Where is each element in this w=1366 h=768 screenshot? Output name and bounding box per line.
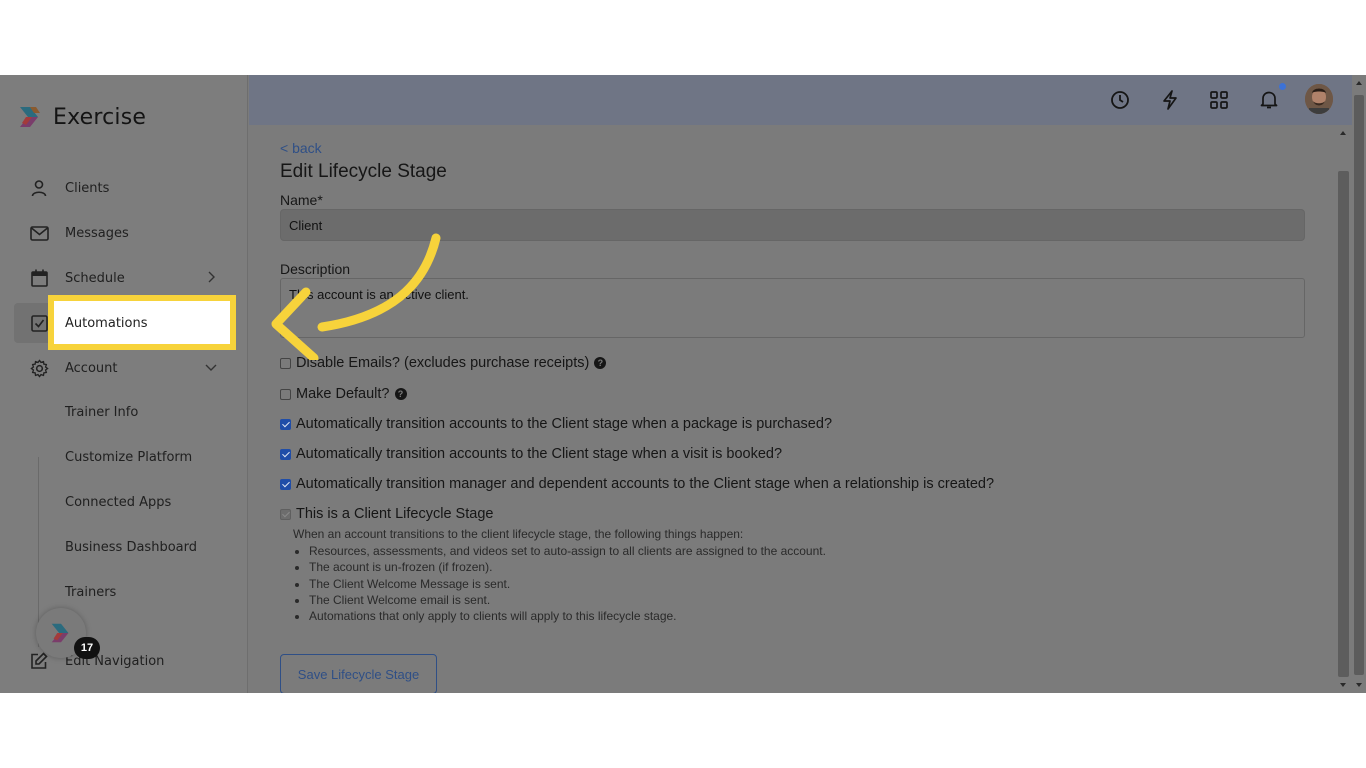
- top-bar: [249, 75, 1366, 125]
- logo-icon: [20, 107, 40, 127]
- apps-grid-icon[interactable]: [1207, 88, 1231, 112]
- sidebar-item-messages[interactable]: Messages: [14, 213, 234, 253]
- sidebar-item-account[interactable]: Account: [14, 348, 234, 388]
- annotation-arrow-icon: [271, 233, 441, 360]
- bell-icon[interactable]: [1257, 88, 1281, 112]
- sidebar-subitem-connected-apps[interactable]: Connected Apps: [65, 495, 171, 510]
- list-item: The Client Welcome email is sent.: [309, 592, 826, 608]
- sidebar-subitem-trainers[interactable]: Trainers: [65, 585, 116, 600]
- client-lifecycle-stage-label: This is a Client Lifecycle Stage: [296, 506, 494, 522]
- back-link[interactable]: < back: [280, 140, 322, 156]
- transition-on-package-label: Automatically transition accounts to the…: [296, 416, 833, 432]
- sidebar-item-label: Clients: [65, 180, 110, 196]
- chevron-right-icon: [208, 271, 215, 283]
- lightning-icon[interactable]: [1158, 88, 1182, 112]
- transition-on-relationship-option[interactable]: Automatically transition manager and dep…: [280, 476, 994, 492]
- sidebar-item-label: Messages: [65, 225, 129, 241]
- chevron-down-icon: [205, 364, 217, 371]
- page-title: Edit Lifecycle Stage: [280, 161, 447, 182]
- transition-on-visit-label: Automatically transition accounts to the…: [296, 446, 783, 462]
- transition-on-package-checkbox[interactable]: [280, 418, 291, 430]
- make-default-label: Make Default?: [296, 386, 390, 402]
- notification-dot: [1279, 83, 1286, 90]
- user-icon: [28, 177, 50, 199]
- list-item: Automations that only apply to clients w…: [309, 608, 826, 624]
- checkbox-icon: [28, 312, 50, 334]
- scroll-down-arrow[interactable]: [1340, 683, 1346, 687]
- make-default-option[interactable]: Make Default? ?: [280, 386, 407, 402]
- transition-on-package-option[interactable]: Automatically transition accounts to the…: [280, 416, 832, 432]
- content-scrollbar-thumb[interactable]: [1338, 171, 1349, 677]
- lifecycle-info-intro: When an account transitions to the clien…: [293, 527, 744, 541]
- launcher-logo-icon: [51, 623, 69, 643]
- calendar-icon: [28, 267, 50, 289]
- avatar[interactable]: [1305, 84, 1333, 114]
- sidebar-subitem-business-dashboard[interactable]: Business Dashboard: [65, 540, 197, 555]
- transition-on-visit-checkbox[interactable]: [280, 448, 291, 460]
- name-label: Name*: [280, 192, 323, 208]
- transition-on-relationship-label: Automatically transition manager and dep…: [296, 476, 995, 492]
- app-window: Exercise Clients Messages Schedule Accou…: [0, 75, 1366, 693]
- submenu-divider: [38, 457, 39, 647]
- page-scroll-down-arrow[interactable]: [1356, 683, 1362, 687]
- brand-logo[interactable]: Exercise: [16, 103, 146, 131]
- mail-icon: [28, 222, 50, 244]
- lifecycle-info-list: Resources, assessments, and videos set t…: [309, 543, 826, 624]
- page-scroll-up-arrow[interactable]: [1356, 81, 1362, 85]
- history-icon[interactable]: [1108, 88, 1132, 112]
- page-scrollbar-thumb[interactable]: [1354, 95, 1364, 675]
- sidebar-item-clients[interactable]: Clients: [14, 168, 234, 208]
- make-default-checkbox[interactable]: [280, 388, 291, 400]
- client-lifecycle-stage-checkbox: [280, 508, 291, 520]
- sidebar-item-label: Schedule: [65, 270, 125, 286]
- transition-on-visit-option[interactable]: Automatically transition accounts to the…: [280, 446, 782, 462]
- list-item: The Client Welcome Message is sent.: [309, 576, 826, 592]
- save-lifecycle-stage-button[interactable]: Save Lifecycle Stage: [280, 654, 437, 693]
- sidebar-item-schedule[interactable]: Schedule: [14, 258, 234, 298]
- scroll-up-arrow[interactable]: [1340, 131, 1346, 135]
- automations-label: Automations: [65, 316, 148, 331]
- question-circle-icon[interactable]: ?: [594, 357, 607, 369]
- sidebar: Exercise Clients Messages Schedule Accou…: [0, 75, 248, 693]
- sidebar-subitem-trainer-info[interactable]: Trainer Info: [65, 405, 138, 420]
- lifecycle-info: When an account transitions to the clien…: [293, 527, 826, 624]
- list-item: The acount is un-frozen (if frozen).: [309, 559, 826, 575]
- sidebar-subitem-customize-platform[interactable]: Customize Platform: [65, 450, 192, 465]
- main-content: < back Edit Lifecycle Stage Name* Descri…: [249, 125, 1336, 693]
- client-lifecycle-stage-option: This is a Client Lifecycle Stage: [280, 506, 493, 522]
- automations-highlight[interactable]: Automations: [48, 295, 236, 350]
- gear-icon: [28, 357, 50, 379]
- question-circle-icon[interactable]: ?: [394, 388, 407, 400]
- notification-count-badge: 17: [74, 637, 100, 659]
- brand-name: Exercise: [53, 104, 147, 130]
- sidebar-item-label: Account: [65, 360, 118, 376]
- list-item: Resources, assessments, and videos set t…: [309, 543, 826, 559]
- transition-on-relationship-checkbox[interactable]: [280, 478, 291, 490]
